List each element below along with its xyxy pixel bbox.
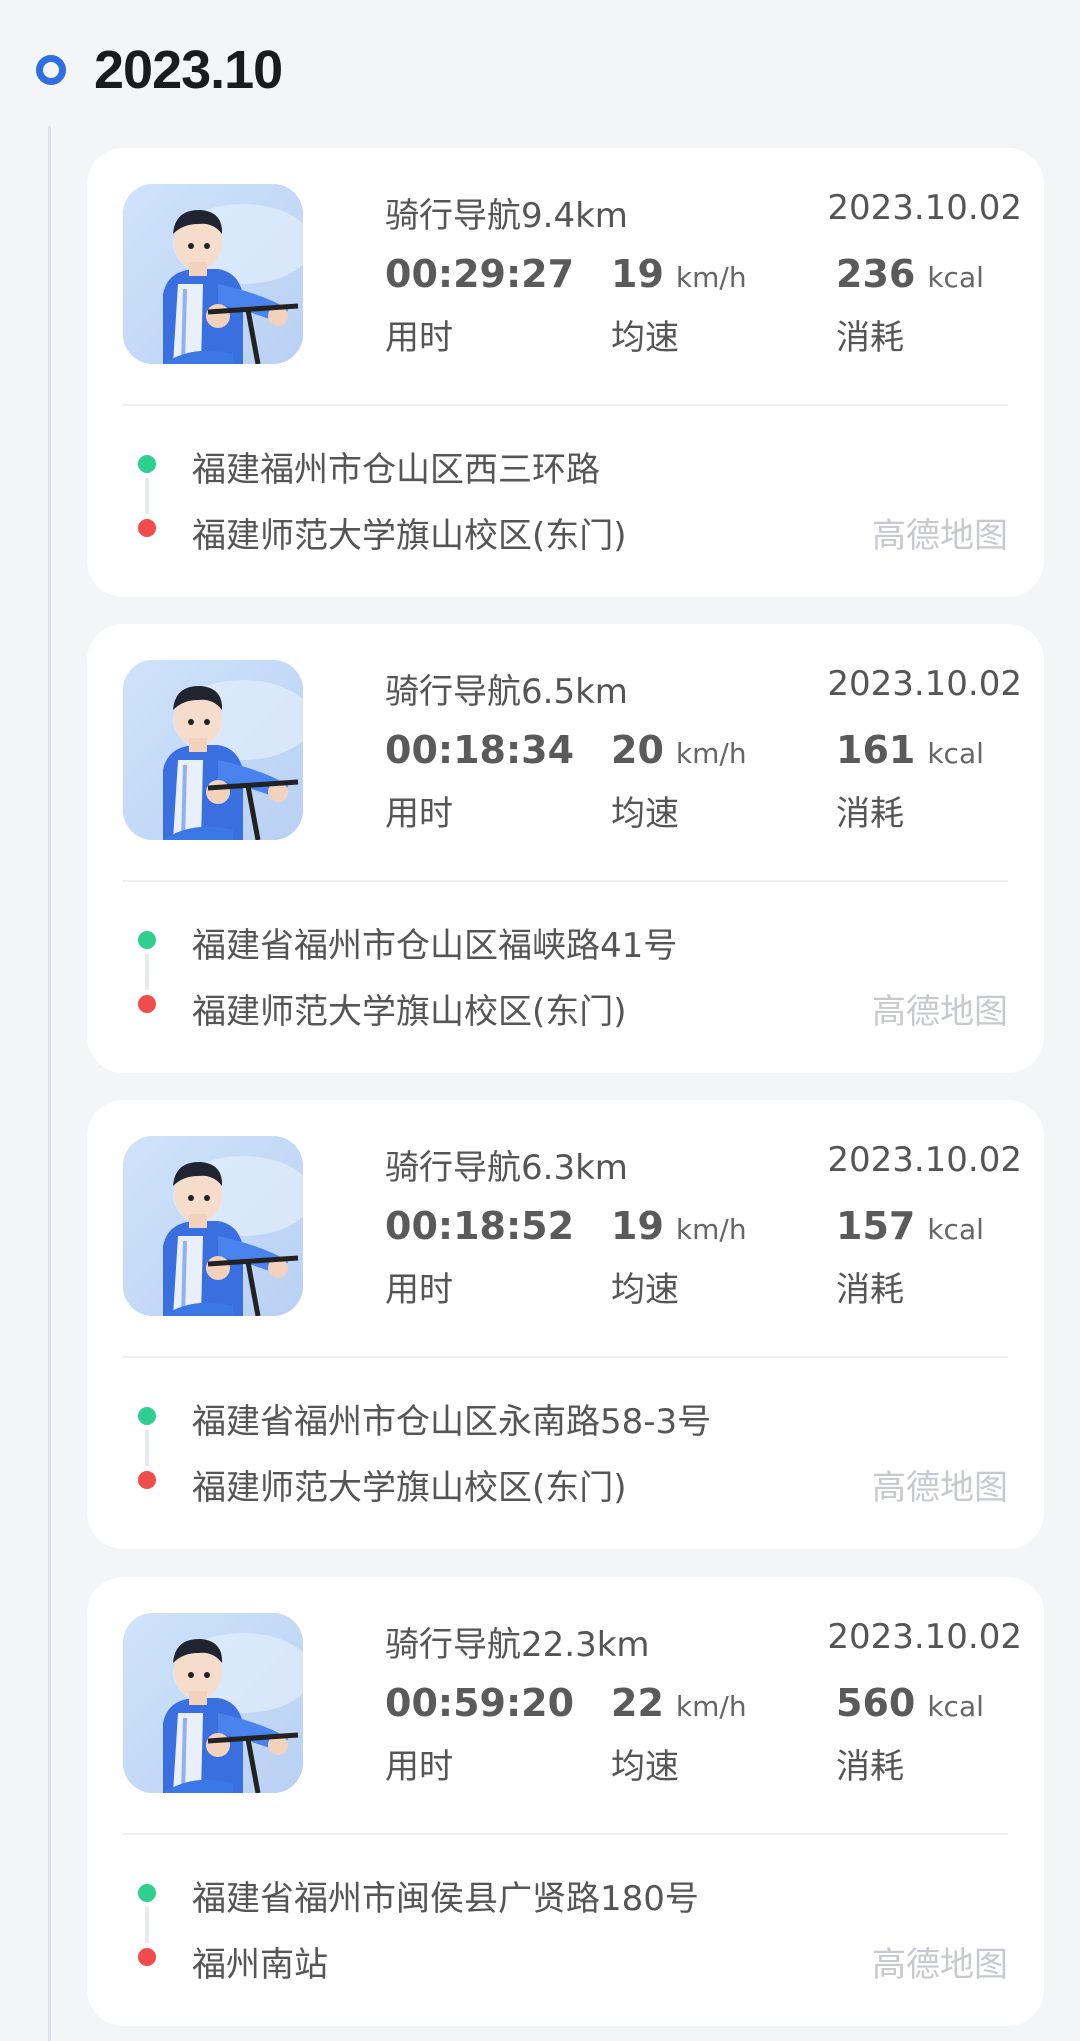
ride-title: 骑行导航6.5km: [385, 672, 628, 712]
route-connector: [145, 954, 149, 990]
avg-speed-stat: 19 km/h 均速: [611, 1204, 747, 1311]
route-connector: [145, 1907, 149, 1943]
duration-stat: 00:29:27 用时: [385, 252, 574, 359]
divider: [123, 1833, 1008, 1835]
start-point-icon: [138, 931, 156, 949]
calories-value: 236: [836, 252, 916, 296]
amap-link[interactable]: 高德地图: [872, 508, 1008, 557]
calories-value: 157: [836, 1204, 916, 1248]
duration-value: 00:18:34: [385, 728, 575, 772]
calorie-unit: kcal: [927, 1690, 984, 1723]
speed-unit: km/h: [675, 737, 747, 770]
route-end-address: 福州南站: [192, 1945, 328, 1985]
calories-label: 消耗: [836, 1270, 904, 1310]
calories-label: 消耗: [836, 794, 904, 834]
start-point-icon: [138, 1407, 156, 1425]
cyclist-avatar-icon: [123, 1613, 303, 1793]
calories-stat: 161 kcal 消耗: [836, 728, 984, 835]
calorie-unit: kcal: [927, 1213, 984, 1246]
divider: [123, 1356, 1008, 1358]
speed-unit: km/h: [675, 1690, 747, 1723]
route-end-address: 福建师范大学旗山校区(东门): [192, 516, 627, 556]
ride-record-card[interactable]: 骑行导航9.4km 2023.10.02 00:29:27 用时 19 km/h…: [87, 148, 1044, 597]
avg-speed-label: 均速: [611, 794, 679, 834]
end-point-icon: [138, 1471, 156, 1489]
calories-stat: 157 kcal 消耗: [836, 1204, 984, 1311]
cyclist-avatar-icon: [123, 660, 303, 840]
calories-value: 560: [836, 1681, 916, 1725]
avg-speed-value: 22: [611, 1681, 664, 1725]
cyclist-avatar-icon: [123, 1136, 303, 1316]
end-point-icon: [138, 519, 156, 537]
amap-link[interactable]: 高德地图: [872, 984, 1008, 1033]
ride-date: 2023.10.02: [827, 188, 1022, 228]
amap-link[interactable]: 高德地图: [872, 1460, 1008, 1509]
route-end-address: 福建师范大学旗山校区(东门): [192, 1468, 627, 1508]
end-point-icon: [138, 1948, 156, 1966]
ride-record-card[interactable]: 骑行导航6.5km 2023.10.02 00:18:34 用时 20 km/h…: [87, 624, 1044, 1073]
route-end-address: 福建师范大学旗山校区(东门): [192, 992, 627, 1032]
timeline-dot-icon: [36, 55, 66, 85]
route-start-address: 福建福州市仓山区西三环路: [192, 450, 600, 490]
calories-label: 消耗: [836, 318, 904, 358]
avg-speed-label: 均速: [611, 1270, 679, 1310]
route-start-address: 福建省福州市闽侯县广贤路180号: [192, 1879, 699, 1919]
avg-speed-stat: 20 km/h 均速: [611, 728, 747, 835]
ride-title: 骑行导航9.4km: [385, 196, 628, 236]
duration-label: 用时: [385, 318, 453, 358]
ride-record-card[interactable]: 骑行导航22.3km 2023.10.02 00:59:20 用时 22 km/…: [87, 1577, 1044, 2026]
avg-speed-stat: 22 km/h 均速: [611, 1681, 747, 1788]
duration-label: 用时: [385, 1270, 453, 1310]
ride-title: 骑行导航6.3km: [385, 1148, 628, 1188]
calorie-unit: kcal: [927, 737, 984, 770]
timeline-line: [48, 126, 51, 2041]
avg-speed-value: 19: [611, 1204, 664, 1248]
ride-date: 2023.10.02: [827, 664, 1022, 704]
start-point-icon: [138, 455, 156, 473]
route-connector: [145, 1430, 149, 1466]
avg-speed-value: 20: [611, 728, 664, 772]
duration-value: 00:59:20: [385, 1681, 575, 1725]
route-start-address: 福建省福州市仓山区福峡路41号: [192, 926, 678, 966]
calorie-unit: kcal: [927, 261, 984, 294]
duration-stat: 00:18:52 用时: [385, 1204, 574, 1311]
ride-date: 2023.10.02: [827, 1140, 1022, 1180]
route-start-address: 福建省福州市仓山区永南路58-3号: [192, 1402, 712, 1442]
ride-history-page: 2023.10 骑行导航9.4km 2023.10.02 00:29:27 用时…: [0, 0, 1080, 2041]
duration-stat: 00:59:20 用时: [385, 1681, 574, 1788]
calories-stat: 560 kcal 消耗: [836, 1681, 984, 1788]
avg-speed-stat: 19 km/h 均速: [611, 252, 747, 359]
avg-speed-label: 均速: [611, 318, 679, 358]
calories-value: 161: [836, 728, 916, 772]
ride-record-card[interactable]: 骑行导航6.3km 2023.10.02 00:18:52 用时 19 km/h…: [87, 1100, 1044, 1549]
route-connector: [145, 478, 149, 514]
duration-label: 用时: [385, 794, 453, 834]
duration-value: 00:29:27: [385, 252, 575, 296]
amap-link[interactable]: 高德地图: [872, 1937, 1008, 1986]
speed-unit: km/h: [675, 1213, 747, 1246]
cyclist-avatar-icon: [123, 184, 303, 364]
month-title: 2023.10: [94, 40, 283, 100]
ride-title: 骑行导航22.3km: [385, 1625, 650, 1665]
avg-speed-label: 均速: [611, 1747, 679, 1787]
duration-value: 00:18:52: [385, 1204, 575, 1248]
end-point-icon: [138, 995, 156, 1013]
calories-label: 消耗: [836, 1747, 904, 1787]
calories-stat: 236 kcal 消耗: [836, 252, 984, 359]
divider: [123, 880, 1008, 882]
speed-unit: km/h: [675, 261, 747, 294]
duration-stat: 00:18:34 用时: [385, 728, 574, 835]
start-point-icon: [138, 1884, 156, 1902]
avg-speed-value: 19: [611, 252, 664, 296]
ride-date: 2023.10.02: [827, 1617, 1022, 1657]
month-header: 2023.10: [36, 38, 283, 102]
duration-label: 用时: [385, 1747, 453, 1787]
divider: [123, 404, 1008, 406]
